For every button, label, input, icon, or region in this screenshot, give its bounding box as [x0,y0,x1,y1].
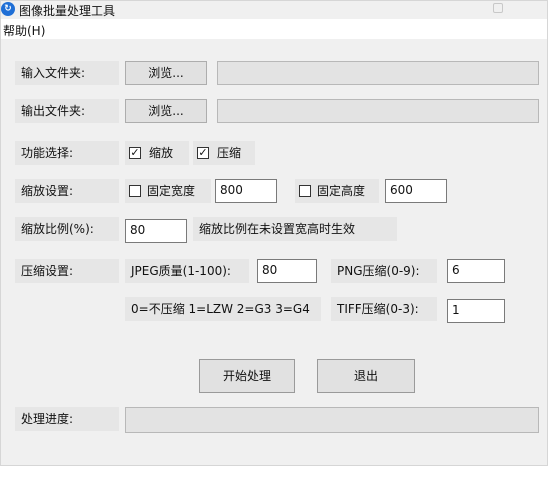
jpeg-quality-input[interactable]: 80 [257,259,317,283]
tiff-compress-label: TIFF压缩(0-3): [331,297,437,321]
input-folder-label: 输入文件夹: [15,61,119,85]
fixed-height-label: 固定高度 [317,184,366,198]
tiff-compress-input[interactable]: 1 [447,299,505,323]
menu-bar: 帮助(H) [1,19,547,39]
fixed-width-group[interactable]: 固定宽度 [125,179,211,203]
input-browse-button[interactable]: 浏览... [125,61,207,85]
function-label: 功能选择: [15,141,119,165]
window-title: 图像批量处理工具 [19,4,116,18]
title-bar[interactable]: ↻ 图像批量处理工具 [1,1,547,19]
main-window: ↻ 图像批量处理工具 帮助(H) 输入文件夹: 浏览... 输出文件夹: 浏览.… [0,0,548,466]
scale-ratio-hint: 缩放比例在未设置宽高时生效 [193,217,397,241]
restore-icon[interactable] [493,3,503,13]
scale-ratio-input[interactable]: 80 [125,219,187,243]
exit-button[interactable]: 退出 [317,359,415,393]
height-input[interactable]: 600 [385,179,447,203]
compress-checkbox[interactable]: ✓ [197,147,209,159]
png-compress-input[interactable]: 6 [447,259,505,283]
scale-checkbox[interactable]: ✓ [129,147,141,159]
progress-bar [125,407,539,433]
output-folder-label: 输出文件夹: [15,99,119,123]
fixed-height-checkbox[interactable] [299,185,311,197]
compress-settings-label: 压缩设置: [15,259,119,283]
fixed-width-checkbox[interactable] [129,185,141,197]
jpeg-quality-label: JPEG质量(1-100): [125,259,249,283]
width-input[interactable]: 800 [215,179,277,203]
input-folder-field[interactable] [217,61,539,85]
output-folder-field[interactable] [217,99,539,123]
tiff-hint: 0=不压缩 1=LZW 2=G3 3=G4 [125,297,321,321]
compress-checkbox-group[interactable]: ✓ 压缩 [193,141,255,165]
scale-checkbox-group[interactable]: ✓ 缩放 [125,141,189,165]
app-icon: ↻ [1,2,15,16]
compress-checkbox-label: 压缩 [217,146,242,160]
output-browse-button[interactable]: 浏览... [125,99,207,123]
png-compress-label: PNG压缩(0-9): [331,259,437,283]
scale-settings-label: 缩放设置: [15,179,119,203]
scale-ratio-label: 缩放比例(%): [15,217,119,241]
scale-checkbox-label: 缩放 [149,146,174,160]
fixed-width-label: 固定宽度 [147,184,196,198]
progress-label: 处理进度: [15,407,119,431]
start-button[interactable]: 开始处理 [199,359,295,393]
fixed-height-group[interactable]: 固定高度 [295,179,379,203]
menu-help[interactable]: 帮助(H) [3,22,45,39]
